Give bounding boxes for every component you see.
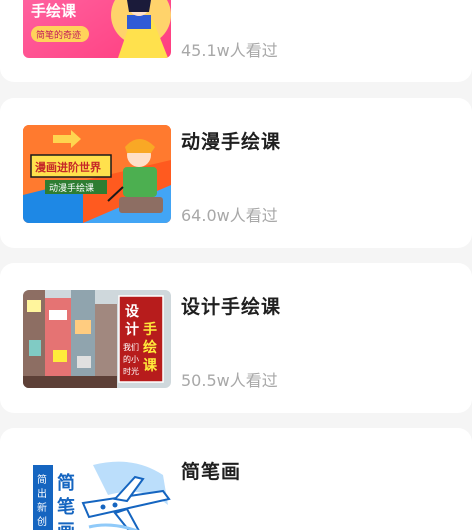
thumb-title: 漫画进阶世界	[35, 160, 101, 174]
course-thumbnail[interactable]: 漫画进阶世界 动漫手绘课	[23, 125, 171, 223]
svg-text:计: 计	[125, 321, 139, 338]
thumb-subtitle: 动漫手绘课	[49, 182, 94, 194]
course-thumbnail[interactable]: 设 计 手 绘 课 我们 的小 时光	[23, 290, 171, 388]
thumb-subtitle: 简笔的奇迹	[36, 29, 81, 41]
view-count: 50.5w人看过	[181, 371, 278, 390]
svg-text:我们: 我们	[123, 342, 139, 352]
course-card[interactable]: 设 计 手 绘 课 我们 的小 时光 设计手绘课 50.5w人看过	[0, 263, 472, 413]
svg-text:的小: 的小	[123, 354, 139, 364]
course-thumbnail[interactable]: 手绘课 简笔的奇迹	[23, 0, 171, 58]
svg-text:设: 设	[125, 304, 140, 320]
course-card[interactable]: 简 出 新 创 简 笔 画 简笔画	[0, 428, 472, 530]
svg-text:课: 课	[143, 358, 158, 374]
svg-text:新: 新	[37, 501, 47, 514]
svg-text:出: 出	[37, 487, 47, 500]
thumb-title: 手绘课	[31, 2, 77, 20]
course-title[interactable]: 简笔画	[181, 457, 241, 484]
svg-text:笔: 笔	[57, 496, 75, 518]
view-count: 45.1w人看过	[181, 41, 278, 60]
svg-text:简: 简	[57, 472, 75, 494]
course-card[interactable]: 手绘课 简笔的奇迹 45.1w人看过	[0, 0, 472, 82]
course-title[interactable]: 动漫手绘课	[181, 127, 281, 154]
svg-text:时光: 时光	[123, 366, 139, 376]
course-card[interactable]: 漫画进阶世界 动漫手绘课 动漫手绘课 64.0w人看过	[0, 98, 472, 248]
svg-text:绘: 绘	[143, 339, 157, 356]
svg-text:画: 画	[57, 521, 75, 530]
course-title[interactable]: 设计手绘课	[181, 292, 281, 319]
svg-text:创: 创	[37, 515, 47, 528]
view-count: 64.0w人看过	[181, 206, 278, 225]
svg-text:简: 简	[37, 473, 47, 486]
course-thumbnail[interactable]: 简 出 新 创 简 笔 画	[23, 455, 171, 530]
svg-text:手: 手	[143, 321, 157, 338]
